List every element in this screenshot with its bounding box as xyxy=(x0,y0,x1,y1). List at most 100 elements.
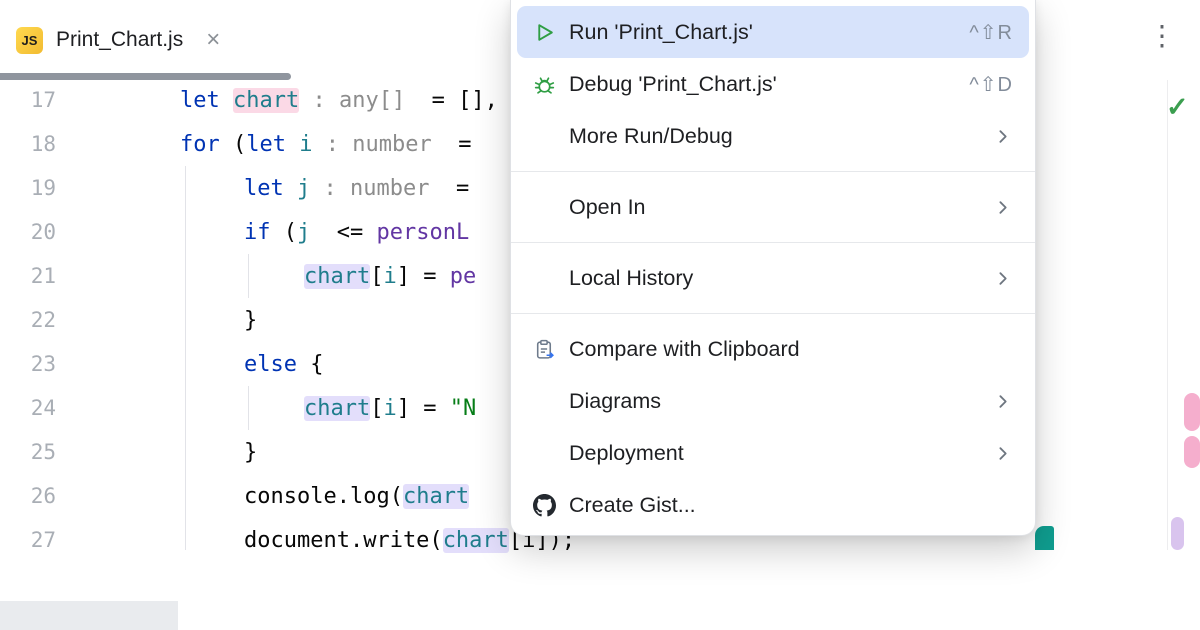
tab-print-chart[interactable]: JS Print_Chart.js × xyxy=(16,16,220,64)
menu-item-label: Debug 'Print_Chart.js' xyxy=(569,71,777,96)
code-text: let chart : any[] = [], xyxy=(180,87,498,113)
code-token: [], xyxy=(458,87,498,113)
code-token: if xyxy=(244,219,271,245)
context-menu: Run 'Print_Chart.js' ^⇧R Debug 'Print_Char… xyxy=(510,0,1036,536)
highlighted-token: chart xyxy=(304,395,371,421)
menu-item-label: More Run/Debug xyxy=(569,123,733,148)
menu-item-deployment[interactable]: Deployment xyxy=(517,427,1029,479)
code-text: let j : number = xyxy=(180,176,482,201)
tab-close-icon[interactable]: × xyxy=(206,28,220,52)
code-token: document.write( xyxy=(244,527,443,553)
scrollbar-highlight-mark[interactable] xyxy=(1184,393,1200,431)
code-line[interactable]: 25} xyxy=(0,430,258,474)
line-number[interactable]: 24 xyxy=(0,396,56,420)
code-text: chart[i] = pe xyxy=(180,263,476,289)
code-line[interactable]: 22} xyxy=(0,298,258,342)
highlighted-token: chart xyxy=(232,87,300,113)
menu-separator xyxy=(511,242,1035,243)
code-line[interactable]: 21 chart[i] = pe xyxy=(0,254,476,298)
menu-item-debug-print-chart-js[interactable]: Debug 'Print_Chart.js' ^⇧D xyxy=(517,58,1029,110)
code-text: for (let i : number = xyxy=(180,132,471,157)
more-options-icon[interactable]: ⋮ xyxy=(1148,22,1176,50)
code-line[interactable]: 18 for (let i : number = xyxy=(0,122,472,166)
menu-item-label: Local History xyxy=(569,265,694,290)
line-number[interactable]: 25 xyxy=(0,440,56,464)
line-number[interactable]: 19 xyxy=(0,176,56,200)
code-token: personL xyxy=(376,219,470,245)
javascript-file-icon: JS xyxy=(16,26,43,54)
code-line[interactable]: 27 document.write(chart[i]); xyxy=(0,518,575,562)
menu-item-diagrams[interactable]: Diagrams xyxy=(517,375,1029,427)
code-token: : number xyxy=(325,131,432,157)
code-token: : number xyxy=(323,175,430,201)
code-token: ] = xyxy=(396,263,450,289)
code-token: = xyxy=(429,175,483,201)
highlighted-token: chart xyxy=(442,527,509,553)
context-menu-list: Run 'Print_Chart.js' ^⇧R Debug 'Print_Char… xyxy=(511,6,1035,531)
menu-item-more-run-debug[interactable]: More Run/Debug xyxy=(517,110,1029,162)
code-token: let xyxy=(246,131,286,157)
code-line[interactable]: 26 console.log(chart xyxy=(0,474,470,518)
inspections-check-icon[interactable]: ✓ xyxy=(1166,92,1189,123)
line-number[interactable]: 23 xyxy=(0,352,56,376)
line-number[interactable]: 26 xyxy=(0,484,56,508)
menu-item-create-gist[interactable]: Create Gist... xyxy=(517,479,1029,531)
line-number[interactable]: 17 xyxy=(0,88,56,112)
line-number[interactable]: 27 xyxy=(0,528,56,552)
menu-shortcut: ^⇧R xyxy=(969,21,1013,44)
code-token: i xyxy=(383,263,397,289)
code-token: let xyxy=(244,175,284,201)
code-token: { xyxy=(296,351,324,377)
submenu-chevron-icon xyxy=(994,393,1011,410)
code-line[interactable]: 24 chart[i] = "N xyxy=(0,386,476,430)
code-token: <= xyxy=(310,219,377,245)
code-line[interactable]: 20 if (j <= personL xyxy=(0,210,470,254)
code-token: [ xyxy=(370,263,384,289)
menu-item-local-history[interactable]: Local History xyxy=(517,252,1029,304)
menu-item-open-in[interactable]: Open In xyxy=(517,181,1029,233)
menu-item-label: Create Gist... xyxy=(569,492,696,517)
code-token: } xyxy=(244,307,258,333)
code-text: } xyxy=(180,440,257,465)
code-token: ( xyxy=(270,219,297,245)
menu-item-label: Open In xyxy=(569,194,646,219)
submenu-chevron-icon xyxy=(994,128,1011,145)
code-token: = xyxy=(405,87,459,113)
run-icon xyxy=(533,21,563,44)
line-number[interactable]: 18 xyxy=(0,132,56,156)
teal-notification-widget[interactable] xyxy=(1035,526,1054,550)
menu-shortcut: ^⇧D xyxy=(969,73,1013,96)
menu-item-compare-with-clipboard[interactable]: Compare with Clipboard xyxy=(517,323,1029,375)
code-token: ( xyxy=(219,131,247,157)
scrollbar-highlight-mark[interactable] xyxy=(1184,436,1200,468)
code-token: let xyxy=(180,87,233,113)
code-text: console.log(chart xyxy=(180,483,470,509)
code-token: else xyxy=(244,351,297,377)
code-token: } xyxy=(244,439,258,465)
highlighted-token: chart xyxy=(402,483,470,509)
menu-separator xyxy=(511,313,1035,314)
code-token: "N xyxy=(449,395,477,421)
line-number[interactable]: 21 xyxy=(0,264,56,288)
clipboard-icon xyxy=(533,338,563,361)
code-token: j xyxy=(297,175,311,201)
menu-separator xyxy=(511,171,1035,172)
code-text: chart[i] = "N xyxy=(180,395,477,421)
submenu-chevron-icon xyxy=(994,270,1011,287)
caret-line-gutter-highlight xyxy=(0,601,178,630)
code-token: [ xyxy=(370,395,384,421)
code-line[interactable]: 19 let j : number = xyxy=(0,166,482,210)
github-icon xyxy=(533,493,563,517)
scrollbar-highlight-mark[interactable] xyxy=(1171,517,1184,550)
menu-item-run-print-chart-js[interactable]: Run 'Print_Chart.js' ^⇧R xyxy=(517,6,1029,58)
code-text: else { xyxy=(180,352,323,377)
menu-item-label: Deployment xyxy=(569,440,684,465)
code-line[interactable]: 17 let chart : any[] = [], xyxy=(0,78,498,122)
code-token: for xyxy=(180,131,220,157)
code-line[interactable]: 23 else { xyxy=(0,342,324,386)
line-number[interactable]: 20 xyxy=(0,220,56,244)
line-number[interactable]: 22 xyxy=(0,308,56,332)
code-token: i xyxy=(299,131,313,157)
